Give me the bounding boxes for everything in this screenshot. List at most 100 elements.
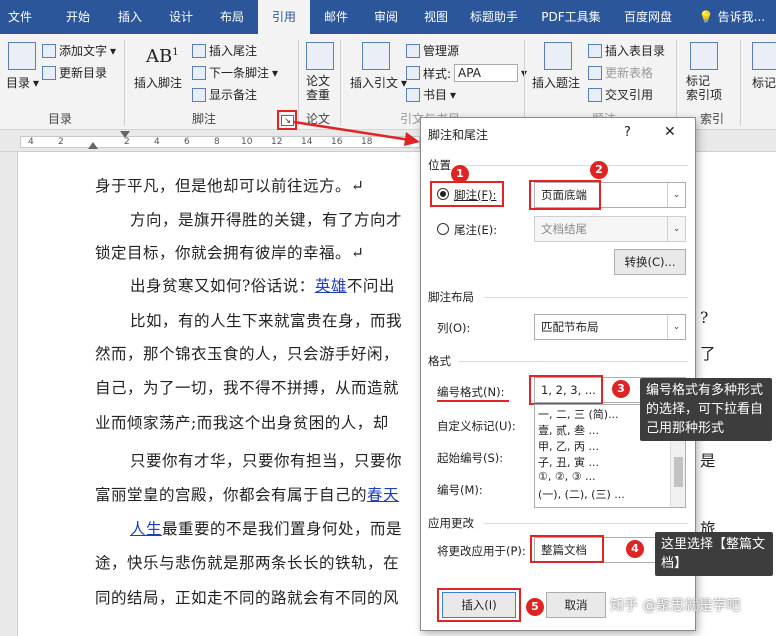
- doc-line: 锁定目标，你就会拥有彼岸的幸福。↵: [95, 244, 365, 262]
- vertical-ruler[interactable]: [0, 152, 18, 636]
- next-footnote-icon: [192, 65, 206, 80]
- numbering-label: 编号(M):: [437, 483, 483, 497]
- doc-line: 途，快乐与悲伤就是那两条长长的铁轨，在: [95, 554, 400, 572]
- tab-insert[interactable]: 插入: [106, 0, 154, 34]
- tab-review[interactable]: 审阅: [362, 0, 410, 34]
- style-selector[interactable]: 样式:APA▾: [406, 64, 527, 82]
- endnote-radio[interactable]: [437, 223, 449, 235]
- tab-design[interactable]: 设计: [157, 0, 205, 34]
- list-item[interactable]: 壹, 贰, 叁 ...: [538, 422, 599, 438]
- layout-section-label: 脚注布局: [428, 290, 474, 304]
- divider: [676, 40, 677, 126]
- list-item[interactable]: 甲, 乙, 丙 ...: [538, 438, 599, 454]
- style-icon: [406, 66, 420, 80]
- highlight-box-footnote: [430, 181, 504, 207]
- divider: [458, 361, 688, 362]
- hyperlink-spring[interactable]: 春天: [367, 486, 399, 504]
- step-badge: 4: [626, 540, 644, 558]
- hyperlink-hero[interactable]: 英雄: [315, 277, 347, 295]
- help-button[interactable]: ?: [624, 125, 631, 140]
- update-toc-button[interactable]: 更新目录: [42, 64, 107, 81]
- watermark: 知乎 @聚思就是学吧: [610, 598, 741, 614]
- list-item[interactable]: (一), (二), (三) ...: [538, 486, 625, 502]
- cancel-button[interactable]: 取消: [546, 592, 606, 618]
- endnote-radio-label[interactable]: 尾注(E):: [454, 222, 497, 238]
- start-at-label: 起始编号(S):: [437, 451, 504, 465]
- tab-mailings[interactable]: 邮件: [312, 0, 360, 34]
- insert-caption-icon: [544, 42, 572, 70]
- tab-pdf-tools[interactable]: PDF工具集: [532, 0, 610, 34]
- tab-baidu-netdisk[interactable]: 百度网盘: [616, 0, 680, 34]
- style-dropdown[interactable]: APA: [454, 64, 519, 82]
- ruler-number: 8: [214, 137, 220, 147]
- doc-line-fragment: 是: [700, 452, 717, 470]
- group-label-footnotes: 脚注: [192, 112, 217, 126]
- cross-reference-button[interactable]: 交叉引用: [588, 86, 653, 103]
- endnote-position-select[interactable]: 文档结尾 ⌄: [534, 216, 686, 242]
- custom-mark-label: 自定义标记(U):: [437, 419, 516, 433]
- paper-check-button[interactable]: 论文 查重: [306, 74, 330, 102]
- insert-citation-button[interactable]: 插入引文 ▾: [350, 74, 407, 91]
- chevron-down-icon: ▾: [33, 75, 40, 90]
- highlight-box-apply-to: [530, 535, 604, 563]
- mark-entry-button[interactable]: 标记 索引项: [686, 74, 722, 102]
- tab-title-helper[interactable]: 标题助手: [462, 0, 526, 34]
- list-item[interactable]: 子, 丑, 寅 ...: [538, 454, 599, 470]
- doc-line-fragment: 了: [700, 345, 717, 363]
- insert-footnote-button[interactable]: 插入脚注: [134, 74, 182, 91]
- step-badge: 1: [451, 165, 469, 183]
- tab-file[interactable]: 文件: [0, 0, 40, 34]
- location-section-label: 位置: [428, 158, 451, 172]
- update-table-button[interactable]: 更新表格: [588, 64, 653, 81]
- paper-check-icon: [306, 42, 334, 70]
- next-footnote-button[interactable]: 下一条脚注 ▾: [192, 64, 278, 81]
- group-label-toc: 目录: [48, 112, 73, 126]
- bibliography-button[interactable]: 书目 ▾: [406, 86, 456, 103]
- show-notes-button[interactable]: 显示备注: [192, 86, 257, 103]
- chevron-down-icon: ⌄: [667, 315, 685, 339]
- toc-icon: [8, 42, 36, 70]
- doc-line: 自己，为了一切，我不得不拼搏，从而造就: [95, 379, 400, 397]
- doc-line: 富丽堂皇的宫殿，你都会有属于自己的春天: [95, 486, 400, 504]
- pointer-arrow-icon: [293, 120, 420, 146]
- tell-me-label: 告诉我...: [717, 10, 766, 24]
- first-line-indent-icon[interactable]: [120, 131, 130, 138]
- insert-table-of-figures-button[interactable]: 插入表目录: [588, 42, 665, 59]
- doc-line: 方向，是旗开得胜的关键，有了方向才: [130, 211, 403, 229]
- indent-marker-icon[interactable]: [88, 142, 98, 149]
- insert-endnote-button[interactable]: 插入尾注: [192, 42, 257, 59]
- columns-select[interactable]: 匹配节布局 ⌄: [534, 314, 686, 340]
- ribbon-tab-bar: 文件 开始 插入 设计 布局 引用 邮件 审阅 视图 标题助手 PDF工具集 百…: [0, 0, 776, 34]
- chevron-down-icon: ▾: [110, 43, 117, 58]
- divider: [524, 40, 525, 126]
- list-item[interactable]: ①, ②, ③ ...: [538, 470, 596, 483]
- insert-citation-icon: [362, 42, 390, 70]
- insert-caption-button[interactable]: 插入题注: [532, 74, 580, 91]
- ruler-number: 12: [271, 137, 283, 147]
- tab-view[interactable]: 视图: [412, 0, 460, 34]
- chevron-down-icon: ▾: [450, 87, 457, 102]
- doc-line: 同的结局，正如走不同的路就会有不同的风: [95, 589, 400, 607]
- close-button[interactable]: ✕: [664, 124, 676, 140]
- tell-me-search[interactable]: 💡 告诉我...: [694, 0, 770, 34]
- manage-sources-button[interactable]: 管理源: [406, 42, 459, 59]
- ruler-number: 4: [28, 137, 34, 147]
- manage-sources-icon: [406, 43, 420, 58]
- divider: [484, 297, 688, 298]
- tab-layout[interactable]: 布局: [208, 0, 256, 34]
- add-text-button[interactable]: 添加文字 ▾: [42, 42, 116, 59]
- tab-references[interactable]: 引用: [258, 0, 310, 34]
- doc-line: 只要你有才华，只要你有担当，只要你: [130, 452, 403, 470]
- toc-button[interactable]: 目录 ▾: [6, 74, 39, 91]
- endnote-icon: [192, 43, 206, 58]
- tab-home[interactable]: 开始: [52, 0, 104, 34]
- convert-button[interactable]: 转换(C)...: [614, 249, 686, 275]
- doc-line: 身于平凡，但是他却可以前往远方。↵: [95, 177, 365, 195]
- list-item[interactable]: 一, 二, 三 (简)...: [538, 406, 619, 422]
- mark-citation-button[interactable]: 标记: [752, 74, 776, 91]
- refresh-icon: [42, 65, 56, 80]
- columns-label: 列(O):: [437, 321, 471, 335]
- highlight-box-position: [529, 180, 601, 210]
- hyperlink-life[interactable]: 人生: [130, 520, 162, 538]
- table-of-figures-icon: [588, 43, 602, 58]
